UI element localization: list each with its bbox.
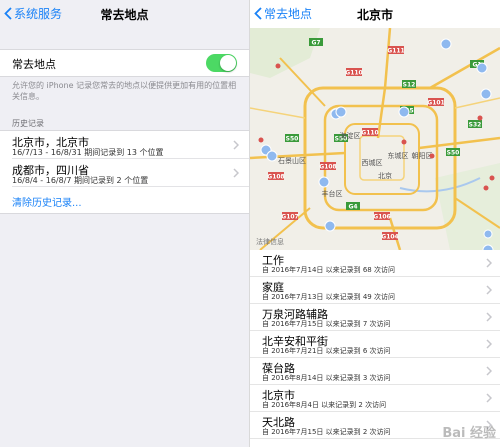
map-label: 东城区 <box>388 151 409 160</box>
clear-history-button[interactable]: 清除历史记录... <box>12 187 249 213</box>
svg-text:S50: S50 <box>447 150 460 157</box>
chevron-right-icon <box>233 168 239 178</box>
history-list: 北京市，北京市 16/7/13 - 16/8/31 期间记录到 13 个位置 成… <box>0 130 249 214</box>
svg-text:G106: G106 <box>373 214 390 221</box>
place-subtitle: 自 2016年7月15日 以来记录到 7 次访问 <box>262 320 391 328</box>
chevron-right-icon <box>233 140 239 150</box>
place-item[interactable]: 北京市 自 2016年8月4日 以来记录到 2 次访问 <box>250 385 500 412</box>
map-label: 石景山区 <box>278 156 306 165</box>
chevron-right-icon <box>486 258 492 268</box>
svg-text:G108: G108 <box>319 164 336 171</box>
place-subtitle: 自 2016年7月15日 以来记录到 2 次访问 <box>262 428 391 436</box>
svg-text:G107: G107 <box>281 214 298 221</box>
watermark-logo: Bai 经验 <box>442 426 496 441</box>
map-label: 西城区 <box>362 159 383 167</box>
places-list: 工作 自 2016年7月14日 以来记录到 68 次访问 家庭 自 2016年7… <box>250 250 500 439</box>
description-text: 允许您的 iPhone 记录您常去的地点以便提供更加有用的位置相关信息。 <box>12 81 237 101</box>
history-item[interactable]: 成都市，四川省 16/8/4 - 16/8/7 期间记录到 2 个位置 <box>12 159 249 187</box>
chevron-right-icon <box>486 312 492 322</box>
chevron-right-icon <box>486 285 492 295</box>
svg-text:S32: S32 <box>469 122 482 129</box>
svg-text:G7: G7 <box>311 40 320 47</box>
toggle-label: 常去地点 <box>12 58 56 71</box>
nav-bar: 系统服务 常去地点 <box>0 0 249 28</box>
svg-text:G108: G108 <box>267 174 284 181</box>
nav-bar: 常去地点 北京市 <box>250 0 500 28</box>
chevron-right-icon <box>486 393 492 403</box>
place-subtitle: 自 2016年7月21日 以来记录到 6 次访问 <box>262 347 391 355</box>
place-item[interactable]: 北辛安和平街 自 2016年7月21日 以来记录到 6 次访问 <box>250 331 500 358</box>
svg-text:G104: G104 <box>381 234 398 241</box>
clear-history-label: 清除历史记录... <box>12 198 82 209</box>
map-label: 朝阳区 <box>412 151 433 160</box>
map-label: 丰台区 <box>322 189 343 198</box>
place-item[interactable]: 家庭 自 2016年7月13日 以来记录到 49 次访问 <box>250 277 500 304</box>
page-title: 常去地点 <box>100 8 149 22</box>
chevron-right-icon <box>486 366 492 376</box>
page-title: 北京市 <box>356 8 393 22</box>
switch-knob <box>220 55 236 71</box>
map-label: 海淀区 <box>340 131 361 140</box>
place-subtitle: 自 2016年7月13日 以来记录到 49 次访问 <box>262 293 395 301</box>
frequent-locations-switch[interactable] <box>206 54 237 72</box>
map-view[interactable]: G7 G111 G110 S12 G1 G101 G45 G110 S50 S5… <box>250 27 500 256</box>
map-label: 北京 <box>378 171 392 180</box>
history-item-subtitle: 16/8/4 - 16/8/7 期间记录到 2 个位置 <box>12 176 149 185</box>
map-canvas: G7 G111 G110 S12 G1 G101 G45 G110 S50 S5… <box>250 27 500 256</box>
place-item[interactable]: 葆台路 自 2016年8月14日 以来记录到 3 次访问 <box>250 358 500 385</box>
history-header: 历史记录 <box>12 119 44 128</box>
place-subtitle: 自 2016年7月14日 以来记录到 68 次访问 <box>262 266 395 274</box>
frequent-locations-row: 常去地点 <box>0 49 249 77</box>
chevron-right-icon <box>486 339 492 349</box>
svg-text:S50: S50 <box>286 136 299 143</box>
place-subtitle: 自 2016年8月4日 以来记录到 2 次访问 <box>262 401 387 409</box>
svg-text:S12: S12 <box>403 82 416 89</box>
place-subtitle: 自 2016年8月14日 以来记录到 3 次访问 <box>262 374 391 382</box>
legal-link[interactable]: 法律信息 <box>256 237 284 247</box>
svg-text:G110: G110 <box>361 130 378 137</box>
svg-text:G101: G101 <box>427 100 444 107</box>
settings-panel: 系统服务 常去地点 常去地点 允许您的 iPhone 记录您常去的地点以便提供更… <box>0 0 249 447</box>
svg-text:G111: G111 <box>387 48 404 55</box>
svg-text:G110: G110 <box>345 70 362 77</box>
city-detail-panel: 常去地点 北京市 G7 G111 G110 S12 G1 G101 G110 S… <box>250 0 500 447</box>
place-item[interactable]: 万泉河路辅路 自 2016年7月15日 以来记录到 7 次访问 <box>250 304 500 331</box>
place-item[interactable]: 工作 自 2016年7月14日 以来记录到 68 次访问 <box>250 250 500 277</box>
svg-text:G4: G4 <box>348 204 357 211</box>
history-item[interactable]: 北京市，北京市 16/7/13 - 16/8/31 期间记录到 13 个位置 <box>12 131 249 159</box>
history-item-subtitle: 16/7/13 - 16/8/31 期间记录到 13 个位置 <box>12 148 164 157</box>
